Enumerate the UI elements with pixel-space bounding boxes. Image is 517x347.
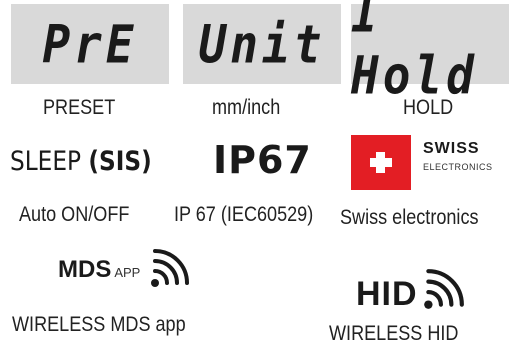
mds-label: MDS [58, 256, 112, 283]
swiss-subtitle: ELECTRONICS [423, 162, 493, 172]
mds-app-logo: MDS APP [58, 256, 140, 284]
ip67-logo: IP67 [213, 138, 312, 182]
swiss-title: SWISS [423, 140, 480, 157]
caption-wireless-mds: WIRELESS MDS app [12, 313, 186, 336]
lcd-preset-text: PrE [42, 12, 138, 76]
caption-hold: HOLD [403, 96, 454, 119]
wireless-signal-icon [424, 269, 464, 309]
lcd-unit-text: Unit [198, 12, 326, 76]
swiss-cross-icon [351, 135, 411, 190]
lcd-preset: PrE [11, 4, 169, 84]
lcd-hold: I Hold [351, 0, 509, 106]
wireless-signal-icon [151, 249, 189, 287]
caption-swiss: Swiss electronics [340, 206, 479, 229]
sleep-sis-logo: SLEEP (SIS) [10, 146, 152, 177]
lcd-hold-text: I Hold [351, 0, 478, 107]
caption-preset: PRESET [43, 96, 116, 119]
caption-wireless-hid: WIRELESS HID [329, 322, 459, 345]
caption-unit: mm/inch [212, 96, 281, 119]
sleep-label: SLEEP [10, 146, 82, 177]
hid-logo: HID [356, 275, 418, 313]
app-label: APP [114, 265, 141, 280]
sis-label: (SIS) [88, 146, 152, 177]
caption-auto-on-off: Auto ON/OFF [19, 203, 130, 226]
lcd-unit: Unit [183, 4, 341, 84]
caption-ip67: IP 67 (IEC60529) [174, 203, 314, 226]
